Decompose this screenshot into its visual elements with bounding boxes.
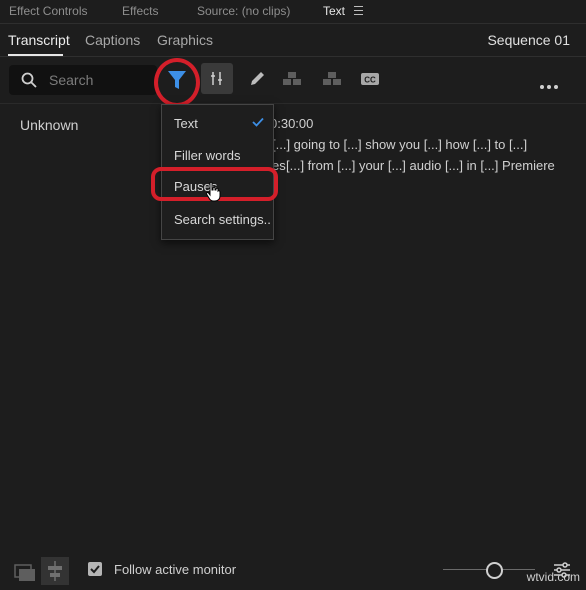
menu-item-search-settings[interactable]: Search settings.. [162,204,273,236]
split-segment-icon[interactable] [282,70,302,88]
search-box[interactable] [9,65,157,95]
align-icon[interactable] [41,557,69,585]
transcript-line[interactable]: [...] from [...] your [...] audio [...] … [286,158,555,173]
sliders-icon [211,72,222,85]
menu-item-label: Text [174,116,198,131]
panel-tab-bar: Effect Controls Effects Source: (no clip… [0,0,586,24]
transcript-footer: Follow active monitor wtvid.com [0,552,586,590]
hand-cursor-icon [205,181,221,202]
merge-segment-icon[interactable] [322,70,342,88]
transcript-settings-button[interactable] [201,63,233,94]
zoom-slider-thumb[interactable] [486,562,503,579]
menu-item-label: Search settings.. [174,212,271,227]
checkmark-icon [90,565,100,574]
import-transcript-icon[interactable] [10,557,38,585]
create-captions-icon[interactable]: CC [360,70,380,88]
search-input[interactable] [49,71,149,89]
sequence-title: Sequence 01 [487,32,570,48]
tab-source[interactable]: Source: (no clips) [197,4,290,18]
tab-graphics[interactable]: Graphics [157,32,213,48]
segment-timecode: 0:30:00 [270,116,314,131]
tab-effects[interactable]: Effects [122,4,158,18]
checkmark-icon [252,117,264,127]
speaker-label[interactable]: Unknown [20,117,78,133]
tab-effect-controls[interactable]: Effect Controls [9,4,87,18]
transcript-line[interactable]: [...] going to [...] show you [...] how … [272,137,527,152]
text-panel-subtabs: Transcript Captions Graphics Sequence 01 [0,23,586,57]
search-icon [21,72,37,88]
panel-menu-icon[interactable] [354,6,363,15]
follow-monitor-label: Follow active monitor [114,562,237,577]
menu-item-text[interactable]: Text [162,105,273,137]
menu-item-filler-words[interactable]: Filler words [162,138,273,170]
active-tab-underline [8,54,63,56]
transcript-toolbar: CC [0,57,586,107]
more-options-icon[interactable] [540,77,562,89]
watermark: wtvid.com [526,570,580,584]
follow-monitor-checkbox[interactable] [88,562,102,576]
menu-item-label: Filler words [174,148,241,163]
filter-icon[interactable] [160,61,194,99]
tab-text[interactable]: Text [323,4,345,18]
tab-transcript[interactable]: Transcript [8,32,70,48]
svg-text:CC: CC [364,76,376,85]
pencil-icon[interactable] [248,70,268,88]
tab-captions[interactable]: Captions [85,32,140,48]
